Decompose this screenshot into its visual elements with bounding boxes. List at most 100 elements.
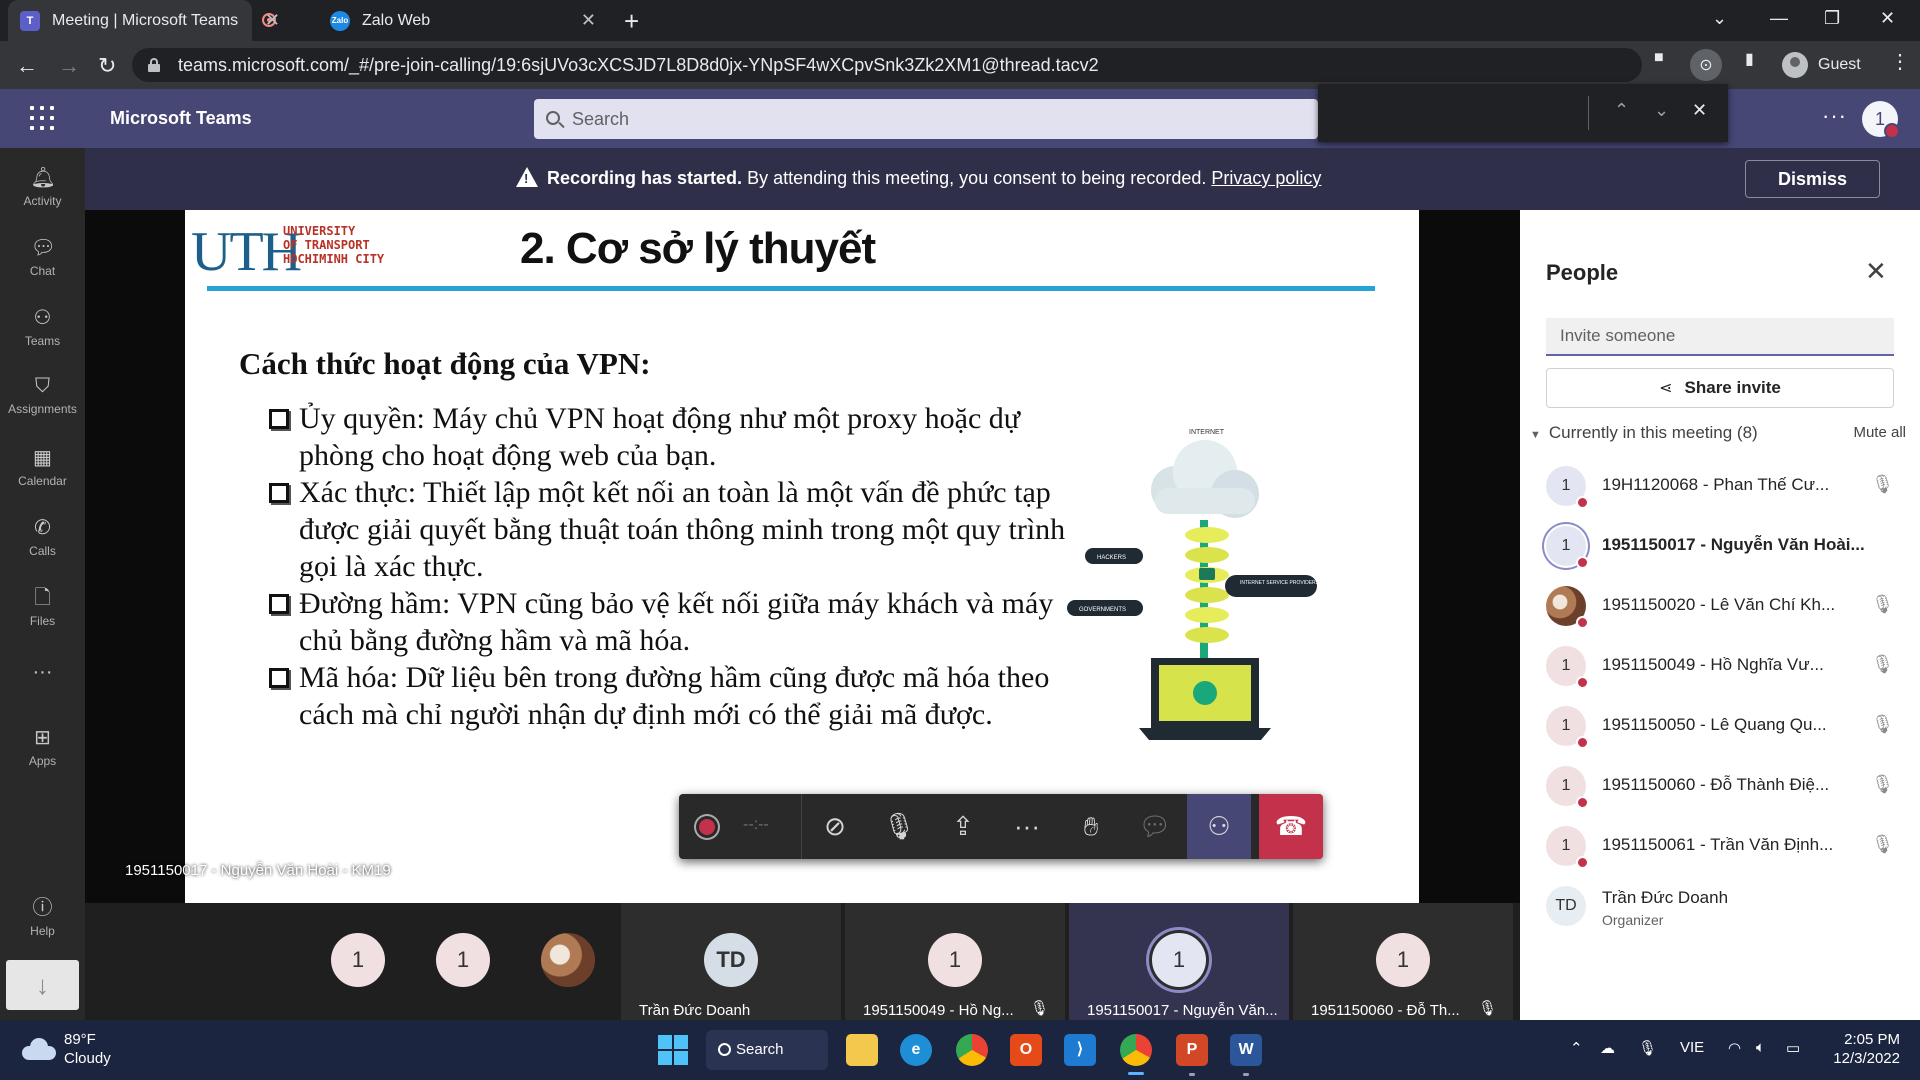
raise-hand-button[interactable]: ✋︎ (1059, 794, 1123, 859)
mute-all-button[interactable]: Mute all (1853, 424, 1906, 441)
rail-item-activity[interactable]: 🔔︎ Activity (0, 160, 85, 222)
dismiss-button[interactable]: Dismiss (1745, 160, 1880, 198)
onedrive-icon[interactable]: ☁ (1600, 1039, 1615, 1057)
language-indicator[interactable]: VIE (1680, 1039, 1704, 1056)
edge-icon[interactable]: e (900, 1034, 932, 1066)
rail-item-calendar[interactable]: ▦ Calendar (0, 440, 85, 502)
chat-button[interactable]: 💬︎ (1123, 794, 1187, 859)
back-icon[interactable]: ← (16, 53, 38, 79)
participant-row[interactable]: TD Trần Đức Doanh Organizer (1546, 878, 1906, 938)
volume-icon[interactable]: 🔈︎ (1756, 1039, 1765, 1056)
participant-photo-avatar[interactable] (541, 933, 595, 987)
chrome-icon[interactable] (956, 1034, 988, 1066)
hang-up-button[interactable]: ☎︎ (1259, 794, 1323, 859)
participant-tile[interactable]: 1 1951150049 - Hồ Ng... 🎙︎ (845, 903, 1065, 1020)
participant-avatar: 1 (1376, 933, 1430, 987)
address-bar[interactable]: teams.microsoft.com/_#/pre-join-calling/… (132, 48, 1642, 82)
tab-search-icon[interactable]: ⌄ (1712, 8, 1727, 29)
tab-teams-meeting[interactable]: T Meeting | Microsoft Teams ✕ (8, 0, 280, 41)
close-icon[interactable]: ✕ (1865, 256, 1887, 287)
search-input[interactable]: Search (534, 99, 1318, 139)
rail-item-calls[interactable]: ✆ Calls (0, 510, 85, 572)
minimize-icon[interactable]: — (1770, 8, 1788, 29)
rail-item-assignments[interactable]: ⛉ Assignments (0, 368, 85, 430)
share-invite-button[interactable]: ⋖ Share invite (1546, 368, 1894, 408)
new-tab-icon[interactable]: + (624, 6, 639, 37)
forward-icon[interactable]: → (58, 53, 80, 79)
taskbar: 89°F Cloudy Search e O ⟩ P W ⌃ ☁ 🎙︎ VIE … (0, 1020, 1920, 1080)
reload-icon[interactable]: ↻ (98, 53, 116, 79)
governments-badge: GOVERNMENTS (1067, 600, 1143, 616)
rail-label: Assignments (8, 402, 77, 416)
cloud-icon[interactable] (22, 1038, 56, 1060)
powerpoint-icon[interactable]: P (1176, 1034, 1208, 1066)
profile-label: Guest (1818, 56, 1861, 73)
tray-chevron-icon[interactable]: ⌃ (1570, 1039, 1583, 1057)
more-apps-button[interactable]: ··· (0, 654, 85, 684)
presence-icon (1576, 616, 1589, 629)
participant-row[interactable]: 1 1951150049 - Hồ Nghĩa Vư... 🎙︎ (1546, 638, 1906, 698)
battery-icon[interactable]: ▭ (1786, 1039, 1800, 1057)
file-explorer-icon[interactable] (846, 1034, 878, 1066)
find-close-icon[interactable]: ✕ (1692, 100, 1707, 121)
participant-avatar: 1 (1152, 933, 1206, 987)
close-tab-icon[interactable]: ✕ (265, 10, 280, 31)
participant-role: Organizer (1602, 912, 1664, 928)
find-in-page-icon[interactable]: ⊙ (1690, 49, 1722, 81)
bullet-item: Xác thực: Thiết lập một kết nối an toàn … (267, 474, 1067, 585)
in-meeting-section-header[interactable]: ▼ Currently in this meeting (8) Mute all (1530, 423, 1906, 443)
system-clock[interactable]: 2:05 PM 12/3/2022 (1826, 1030, 1900, 1068)
invite-input[interactable]: Invite someone (1546, 318, 1894, 356)
camera-blocked-icon[interactable]: ■ (1654, 49, 1664, 67)
chrome-active-icon[interactable] (1120, 1034, 1152, 1066)
more-options-icon[interactable]: ··· (1822, 103, 1847, 129)
user-avatar[interactable]: 1 (1862, 101, 1900, 139)
download-icon[interactable]: ↓ (6, 960, 79, 1010)
participant-row[interactable]: 1 1951150061 - Trần Văn Định... 🎙︎ (1546, 818, 1906, 878)
participant-row[interactable]: 1 1951150060 - Đỗ Thành Điệ... 🎙︎ (1546, 758, 1906, 818)
participant-tile[interactable]: TD Trần Đức Doanh (621, 903, 841, 1020)
profile-button[interactable]: Guest (1782, 52, 1861, 78)
teams-icon: T (20, 10, 40, 31)
weather-widget[interactable]: 89°F Cloudy (64, 1030, 111, 1068)
participant-tile[interactable]: 1 1951150060 - Đỗ Th... 🎙︎ (1293, 903, 1513, 1020)
rail-item-teams[interactable]: ⚇ Teams (0, 300, 85, 362)
wifi-icon[interactable]: ◠ (1728, 1039, 1741, 1057)
lock-icon[interactable] (148, 58, 160, 72)
participant-row[interactable]: 1 1951150017 - Nguyễn Văn Hoài... (1546, 518, 1906, 578)
privacy-policy-link[interactable]: Privacy policy (1211, 168, 1321, 188)
microphone-icon[interactable]: 🎙︎ (1638, 1039, 1657, 1057)
mic-off-button[interactable]: 🎙︎ (867, 794, 931, 859)
participant-name: 1951150050 - Lê Quang Qu... (1602, 715, 1827, 734)
taskbar-search-button[interactable]: Search (706, 1030, 828, 1070)
close-tab-icon[interactable]: ✕ (581, 10, 596, 31)
browser-menu-icon[interactable]: ⋮ (1890, 49, 1910, 74)
side-panel-icon[interactable]: ▮ (1745, 49, 1754, 69)
rail-item-apps[interactable]: ⊞ Apps (0, 720, 85, 782)
participant-avatar[interactable]: 1 (436, 933, 490, 987)
tab-zalo[interactable]: Zalo Zalo Web ✕ (318, 0, 608, 41)
rail-item-chat[interactable]: 💬︎ Chat (0, 230, 85, 292)
participant-avatar[interactable]: 1 (331, 933, 385, 987)
camera-off-button[interactable]: ⊘ (803, 794, 867, 859)
find-next-icon[interactable]: ⌄ (1654, 100, 1669, 121)
participants-button[interactable]: ⚇ (1187, 794, 1251, 859)
maximize-icon[interactable]: ❐ (1824, 8, 1840, 29)
rail-item-help[interactable]: ⓘ Help (0, 890, 85, 952)
more-actions-button[interactable]: ··· (995, 794, 1059, 859)
share-screen-button[interactable]: ⇪ (931, 794, 995, 859)
participant-tile[interactable]: 1 1951150017 - Nguyễn Văn... (1069, 903, 1289, 1020)
app-launcher-icon[interactable] (30, 106, 54, 130)
participant-row[interactable]: 1951150020 - Lê Văn Chí Kh... 🎙︎ (1546, 578, 1906, 638)
window-close-icon[interactable]: ✕ (1880, 8, 1895, 29)
windows-start-icon[interactable] (658, 1035, 688, 1065)
find-previous-icon[interactable]: ⌃ (1614, 100, 1629, 121)
participant-row[interactable]: 1 1951150050 - Lê Quang Qu... 🎙︎ (1546, 698, 1906, 758)
tab-title: Meeting | Microsoft Teams (52, 11, 239, 29)
office-icon[interactable]: O (1010, 1034, 1042, 1066)
participant-row[interactable]: 1 19H1120068 - Phan Thế Cư... 🎙︎ (1546, 458, 1906, 518)
vscode-icon[interactable]: ⟩ (1064, 1034, 1096, 1066)
rail-label: Help (30, 924, 55, 938)
word-icon[interactable]: W (1230, 1034, 1262, 1066)
rail-item-files[interactable]: 🗋︎ Files (0, 580, 85, 642)
